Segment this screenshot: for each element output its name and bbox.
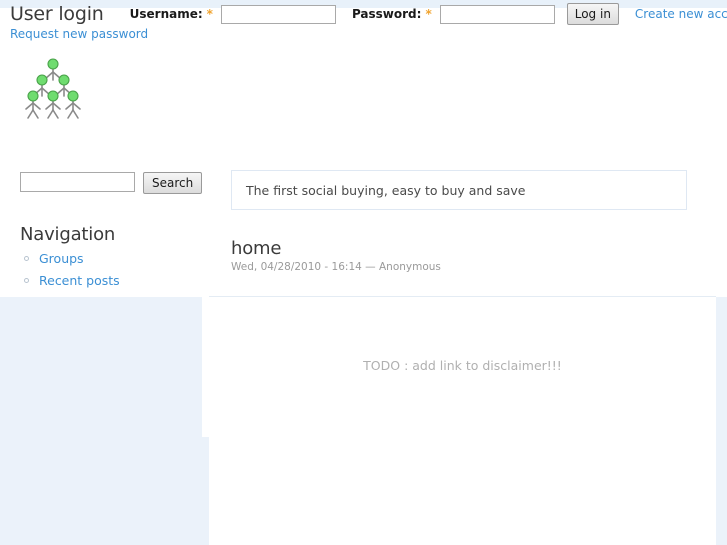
log-in-button[interactable]: Log in [566,3,619,25]
sidebar-item-recent-posts-label[interactable]: Recent posts [39,273,120,288]
request-new-password-link[interactable]: Request new password [10,27,148,41]
navigation-list: Groups Recent posts [20,251,205,288]
username-input[interactable] [220,4,336,24]
site-logo[interactable] [22,56,84,120]
mission-banner-text: The first social buying, easy to buy and… [246,182,526,198]
sidebar-item-groups[interactable]: Groups [24,251,205,266]
content-divider [209,296,716,297]
right-edge-strip [716,297,727,545]
search-button[interactable]: Search [143,172,203,194]
username-label: Username: [129,7,203,21]
left-column-background-upper [0,297,202,437]
password-required-marker: * [425,7,432,21]
create-new-account-link[interactable]: Create new account [635,7,727,21]
main-content: The first social buying, easy to buy and… [231,170,687,273]
bullet-circle-icon [24,278,29,283]
search-input[interactable] [20,172,135,192]
login-form-row: User login Username: * Password: * Log i… [10,1,727,27]
password-label: Password: [351,7,422,21]
social-network-people-logo-icon [25,58,81,119]
user-login-title: User login [10,3,104,25]
footer-message: TODO : add link to disclaimer!!! [363,358,562,373]
navigation-block-title: Navigation [20,224,116,245]
login-secondary-links: Request new password [10,27,148,41]
page-title: home [231,238,282,259]
bullet-circle-icon [24,256,29,261]
left-column-background-lower [0,437,209,545]
sidebar-item-recent-posts[interactable]: Recent posts [24,273,205,288]
username-required-marker: * [206,7,213,21]
sidebar-item-groups-label[interactable]: Groups [39,251,84,266]
sidebar: Search Navigation Groups Recent posts [20,172,205,295]
mission-banner: The first social buying, easy to buy and… [231,170,687,210]
search-block: Search [20,172,205,194]
password-input[interactable] [439,4,555,24]
node-submitted-info: Wed, 04/28/2010 - 16:14 — Anonymous [231,261,441,273]
